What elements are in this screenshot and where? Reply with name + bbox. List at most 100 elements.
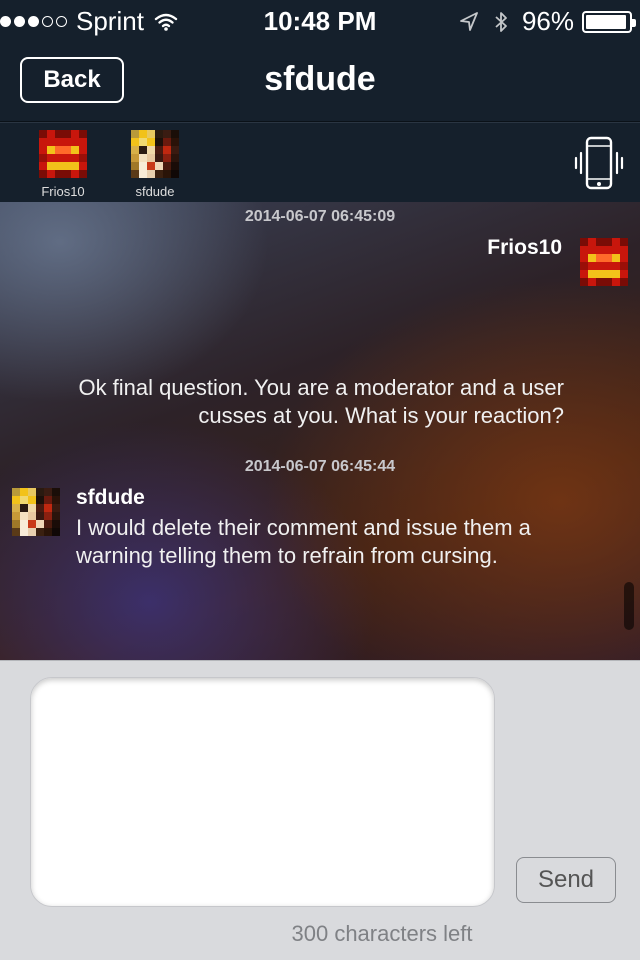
message-timestamp: 2014-06-07 06:45:44 — [244, 458, 396, 475]
avatar-pixel — [39, 170, 47, 178]
battery-fill — [586, 14, 627, 29]
avatar-pixel — [596, 254, 604, 262]
avatar-pixel — [147, 146, 155, 154]
battery-icon — [582, 10, 636, 33]
avatar-pixel — [12, 504, 20, 512]
avatar-pixel — [20, 496, 28, 504]
avatar-pixel — [139, 130, 147, 138]
avatar-pixel — [131, 130, 139, 138]
composer: Send 300 characters left — [0, 660, 640, 960]
status-right: 96% — [458, 6, 636, 37]
avatar-pixel — [71, 170, 79, 178]
avatar-pixel — [596, 262, 604, 270]
avatar-pixel — [39, 130, 47, 138]
red-pixel-avatar — [39, 130, 87, 178]
avatar-pixel — [47, 130, 55, 138]
avatar-pixel — [36, 504, 44, 512]
scroll-indicator[interactable] — [624, 582, 634, 630]
participant-frios10[interactable]: Frios10 — [33, 130, 93, 199]
avatar-pixel — [79, 162, 87, 170]
avatar-pixel — [131, 162, 139, 170]
battery-percentage: 96% — [521, 6, 574, 36]
avatar-pixel — [604, 238, 612, 246]
avatar-pixel — [79, 138, 87, 146]
avatar-pixel — [44, 496, 52, 504]
avatar-pixel — [620, 238, 628, 246]
avatar-pixel — [580, 270, 588, 278]
message-sender: Frios10 — [487, 236, 562, 259]
avatar-pixel — [588, 262, 596, 270]
avatar-pixel — [36, 520, 44, 528]
avatar-pixel — [63, 146, 71, 154]
avatar-pixel — [131, 138, 139, 146]
phone-vibrate-icon[interactable] — [574, 133, 624, 193]
avatar-pixel — [171, 138, 179, 146]
participant-name: sfdude — [135, 184, 175, 199]
blonde-pixel-avatar — [12, 488, 60, 536]
avatar-pixel — [55, 138, 63, 146]
chat-area[interactable]: 2014-06-07 06:45:09 Frios10 Ok final que… — [0, 202, 640, 660]
avatar-pixel — [52, 488, 60, 496]
avatar-pixel — [44, 520, 52, 528]
avatar-pixel — [52, 528, 60, 536]
avatar-pixel — [63, 154, 71, 162]
blonde-pixel-avatar — [131, 130, 179, 178]
avatar-pixel — [55, 162, 63, 170]
avatar-pixel — [20, 512, 28, 520]
avatar-pixel — [52, 520, 60, 528]
avatar-pixel — [171, 130, 179, 138]
avatar-pixel — [55, 130, 63, 138]
avatar-pixel — [12, 512, 20, 520]
avatar-pixel — [28, 496, 36, 504]
avatar-pixel — [71, 154, 79, 162]
message-text-line: cusses at you. What is your reaction? — [198, 403, 564, 428]
avatar-pixel — [155, 154, 163, 162]
avatar-pixel — [580, 238, 588, 246]
avatar-pixel — [36, 496, 44, 504]
avatar-pixel — [39, 162, 47, 170]
avatar-pixel — [604, 262, 612, 270]
avatar-pixel — [79, 130, 87, 138]
avatar-pixel — [620, 270, 628, 278]
avatar-pixel — [171, 170, 179, 178]
avatar-pixel — [71, 146, 79, 154]
avatar-pixel — [131, 146, 139, 154]
message-input[interactable] — [30, 677, 495, 907]
avatar-pixel — [604, 278, 612, 286]
back-button[interactable]: Back — [20, 57, 124, 103]
avatar-pixel — [63, 130, 71, 138]
bluetooth-icon — [495, 11, 507, 32]
participant-name: Frios10 — [41, 184, 85, 199]
message-text-line: Ok final question. You are a moderator a… — [78, 375, 564, 400]
avatar-pixel — [63, 162, 71, 170]
avatar-pixel — [28, 520, 36, 528]
avatar-pixel — [604, 246, 612, 254]
avatar-pixel — [20, 488, 28, 496]
avatar-pixel — [620, 254, 628, 262]
avatar-pixel — [44, 504, 52, 512]
avatar-pixel — [20, 528, 28, 536]
participant-sfdude[interactable]: sfdude — [125, 130, 185, 199]
send-button[interactable]: Send — [516, 857, 616, 903]
characters-left: 300 characters left — [291, 921, 473, 946]
avatar-pixel — [55, 170, 63, 178]
avatar-pixel — [36, 528, 44, 536]
avatar-pixel — [580, 246, 588, 254]
avatar-pixel — [79, 154, 87, 162]
avatar-pixel — [171, 146, 179, 154]
avatar-pixel — [588, 278, 596, 286]
avatar-pixel — [47, 170, 55, 178]
avatar-pixel — [612, 254, 620, 262]
avatar-pixel — [79, 170, 87, 178]
message-timestamp: 2014-06-07 06:45:09 — [244, 208, 396, 225]
avatar-pixel — [36, 512, 44, 520]
avatar-pixel — [20, 520, 28, 528]
avatar-pixel — [131, 170, 139, 178]
avatar-pixel — [47, 154, 55, 162]
avatar-pixel — [147, 130, 155, 138]
avatar-pixel — [55, 154, 63, 162]
avatar-pixel — [47, 162, 55, 170]
avatar-pixel — [71, 130, 79, 138]
avatar-pixel — [588, 270, 596, 278]
avatar-pixel — [155, 146, 163, 154]
